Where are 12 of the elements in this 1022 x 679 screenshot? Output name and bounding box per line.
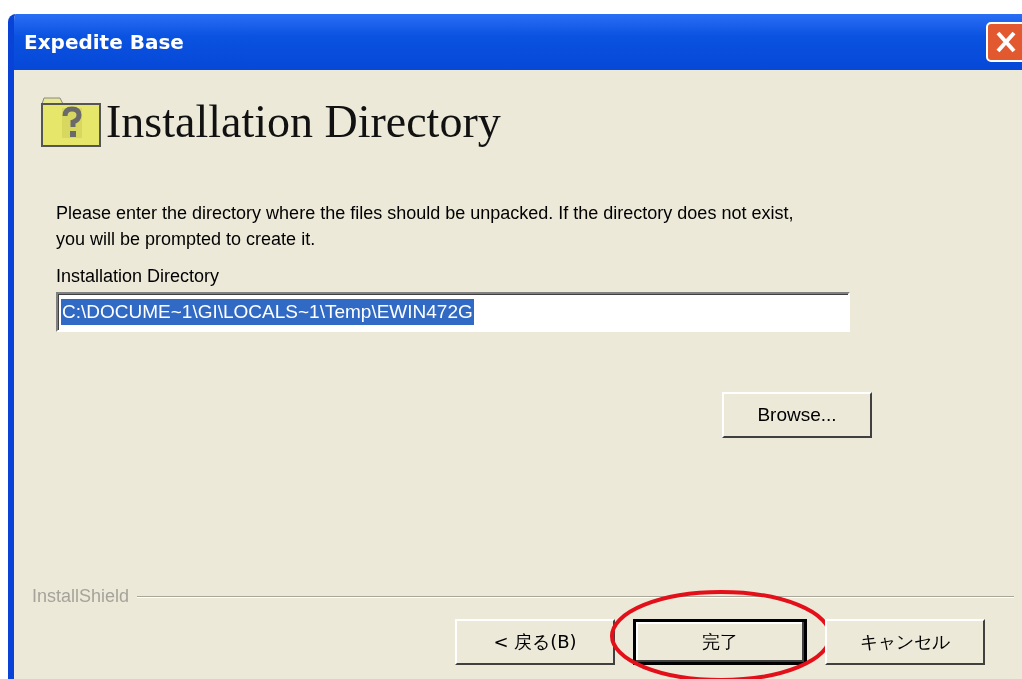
- directory-field[interactable]: C:\DOCUME~1\GI\LOCALS~1\Temp\EWIN472G: [56, 292, 850, 332]
- wizard-button[interactable]: キャンセル: [825, 619, 985, 665]
- browse-button[interactable]: Browse...: [722, 392, 872, 438]
- page-heading: Installation Directory: [106, 94, 501, 148]
- wizard-button[interactable]: < 戻る(B): [455, 619, 615, 665]
- folder-question-icon: [40, 94, 102, 148]
- wizard-button[interactable]: 完了: [633, 619, 807, 665]
- brand-label: InstallShield: [32, 586, 130, 607]
- description-text: Please enter the directory where the files should be unpacked. If the directory does not exist, you will be prompted to create it.: [56, 202, 795, 251]
- field-label: Installation Directory: [56, 266, 221, 287]
- close-icon[interactable]: [986, 22, 1022, 62]
- window-title: Expedite Base: [24, 30, 184, 54]
